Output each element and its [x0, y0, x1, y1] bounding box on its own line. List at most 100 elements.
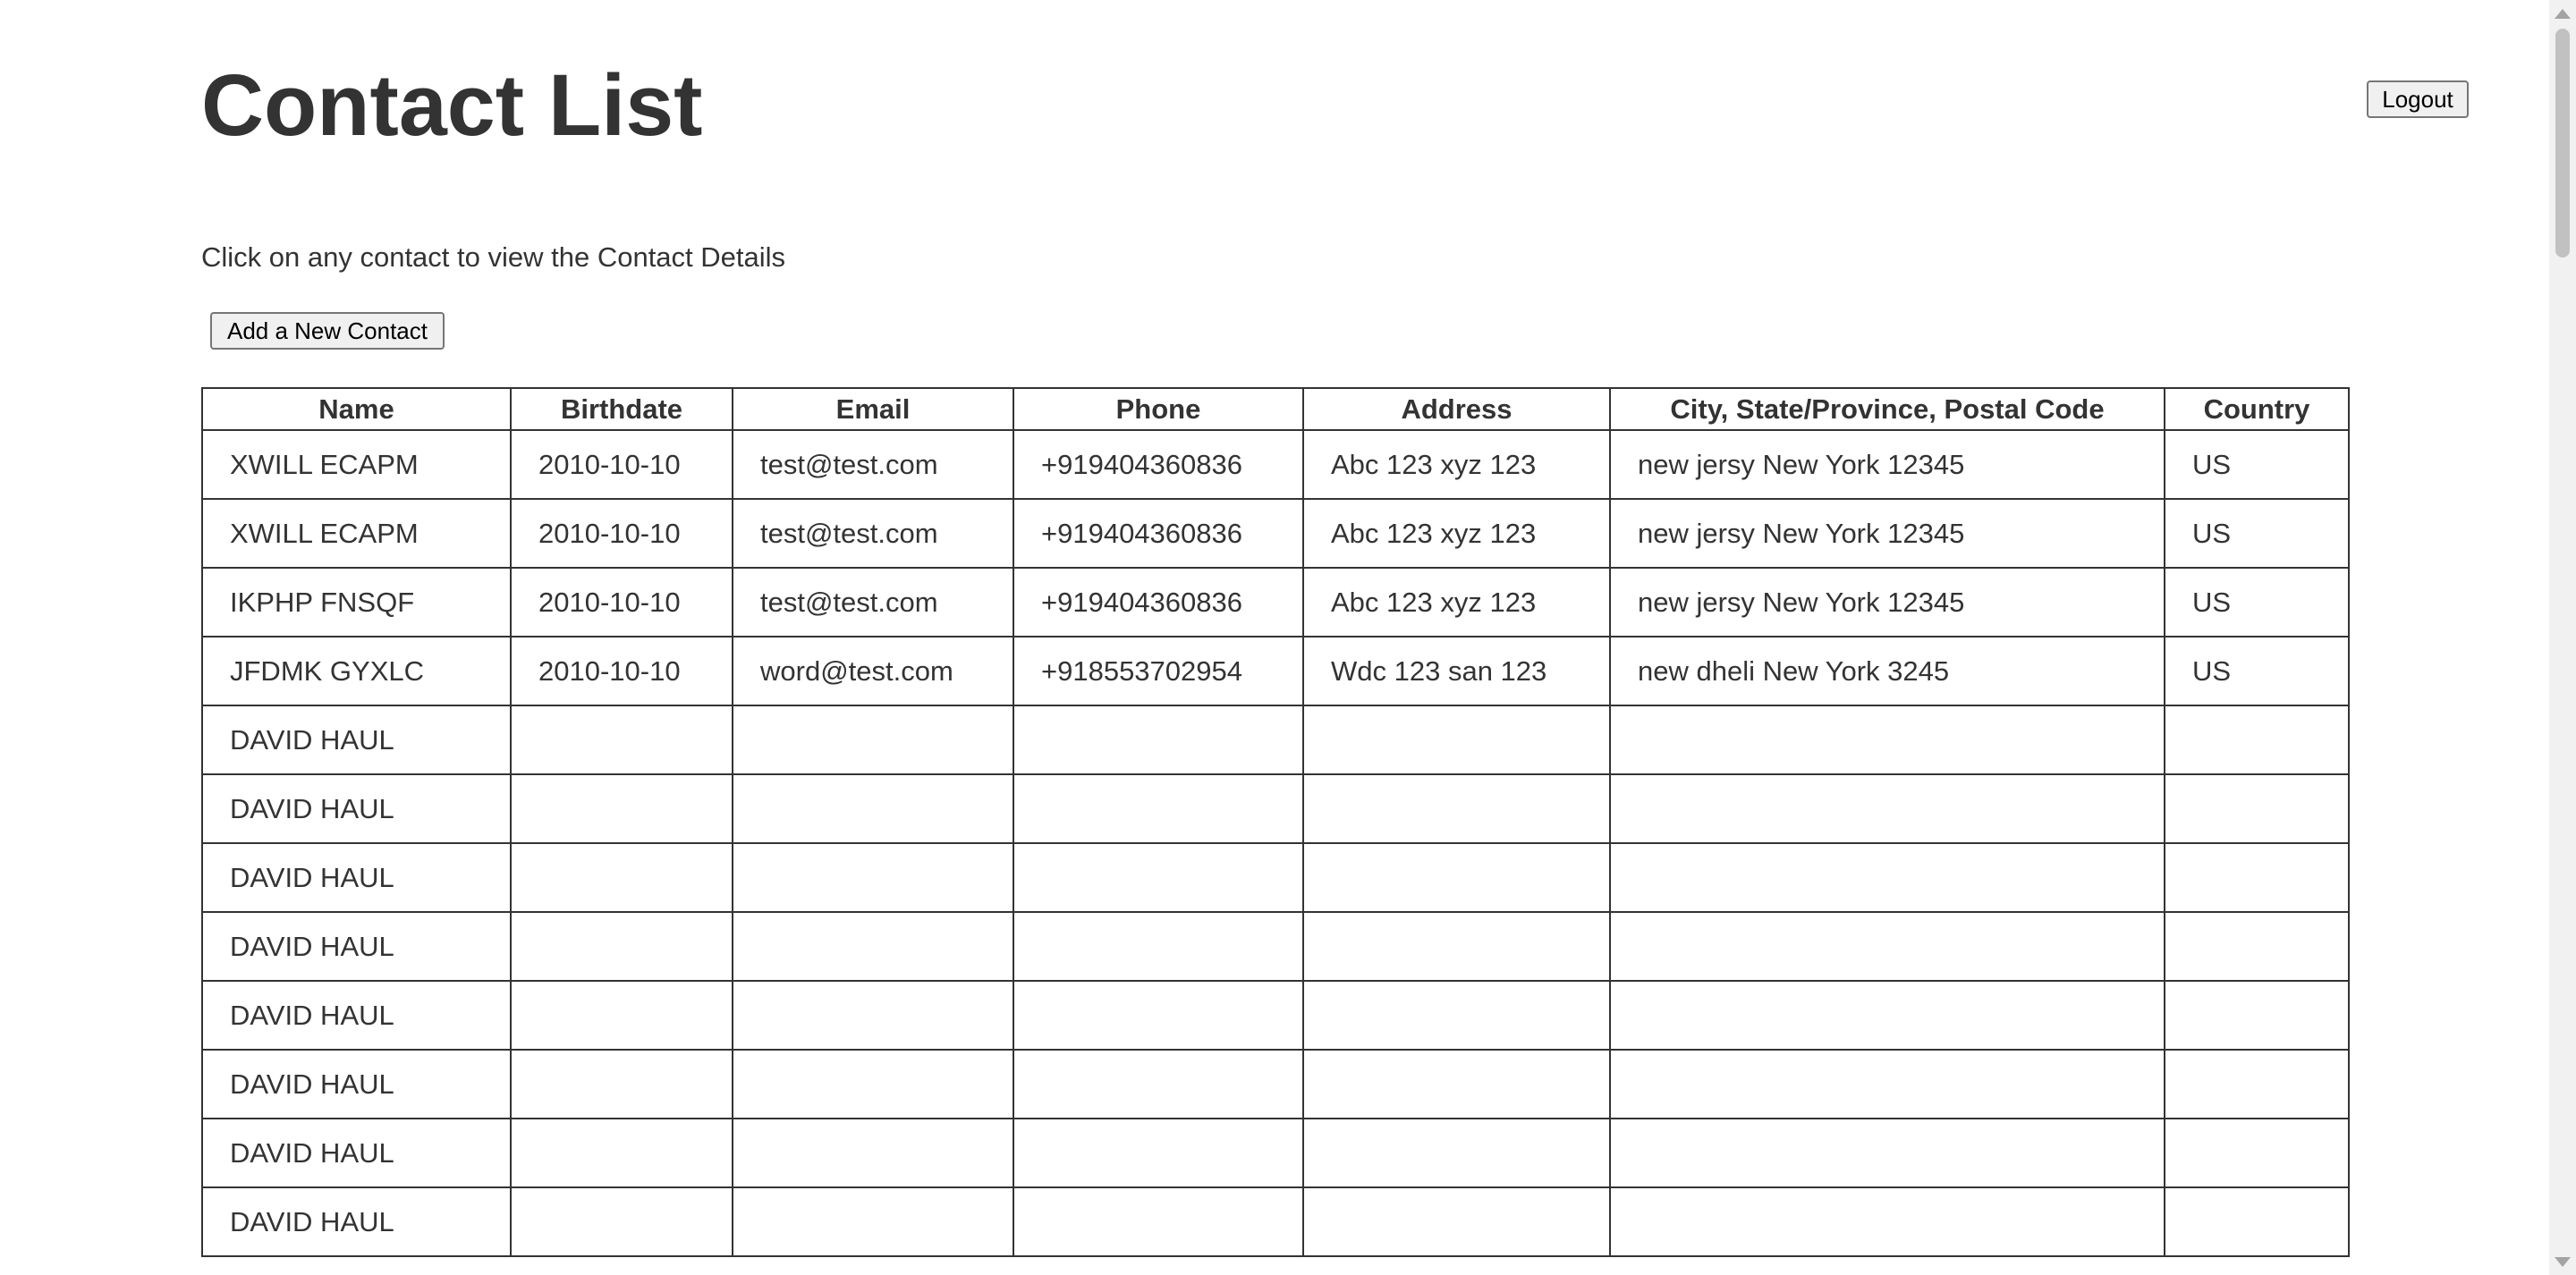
cell-birthdate: [510, 1186, 733, 1257]
table-row[interactable]: DAVID HAUL: [201, 1049, 2350, 1119]
cell-city-state-postal: [1609, 980, 2165, 1051]
cell-address: Abc 123 xyz 123: [1302, 429, 1611, 500]
cell-city-state-postal: [1609, 1186, 2165, 1257]
cell-birthdate: [510, 705, 733, 775]
scroll-down-arrow-icon[interactable]: [2549, 1248, 2576, 1275]
cell-address: [1302, 773, 1611, 844]
column-header-address: Address: [1302, 387, 1611, 431]
table-row[interactable]: DAVID HAUL: [201, 773, 2350, 844]
cell-email: [732, 705, 1014, 775]
cell-city-state-postal: [1609, 842, 2165, 913]
cell-name: DAVID HAUL: [201, 705, 512, 775]
cell-address: Abc 123 xyz 123: [1302, 498, 1611, 569]
page-title: Contact List: [201, 56, 703, 154]
table-row[interactable]: IKPHP FNSQF 2010-10-10 test@test.com +91940…: [201, 567, 2350, 638]
cell-email: [732, 1049, 1014, 1119]
cell-country: [2164, 1049, 2350, 1119]
cell-phone: [1013, 1118, 1304, 1188]
column-header-email: Email: [732, 387, 1014, 431]
table-row[interactable]: DAVID HAUL: [201, 842, 2350, 913]
scroll-up-arrow-icon[interactable]: [2549, 0, 2576, 27]
vertical-scrollbar[interactable]: [2549, 0, 2576, 1275]
table-row[interactable]: XWILL ECAPM 2010-10-10 test@test.com +91940…: [201, 429, 2350, 500]
cell-city-state-postal: new jersy New York 12345: [1609, 498, 2165, 569]
cell-name: DAVID HAUL: [201, 1186, 512, 1257]
cell-address: [1302, 842, 1611, 913]
cell-email: [732, 773, 1014, 844]
cell-phone: [1013, 705, 1304, 775]
cell-name: DAVID HAUL: [201, 1118, 512, 1188]
cell-name: DAVID HAUL: [201, 1049, 512, 1119]
cell-email: [732, 911, 1014, 982]
cell-country: [2164, 911, 2350, 982]
cell-country: [2164, 773, 2350, 844]
table-header-row: Name Birthdate Email Phone Address City, Stat…: [201, 387, 2350, 431]
table-row[interactable]: DAVID HAUL: [201, 705, 2350, 775]
cell-city-state-postal: [1609, 773, 2165, 844]
cell-address: [1302, 705, 1611, 775]
cell-birthdate: 2010-10-10: [510, 429, 733, 500]
cell-city-state-postal: [1609, 1049, 2165, 1119]
column-header-country: Country: [2164, 387, 2350, 431]
cell-country: [2164, 980, 2350, 1051]
cell-phone: [1013, 911, 1304, 982]
add-contact-button[interactable]: Add a New Contact: [210, 312, 445, 350]
cell-phone: [1013, 980, 1304, 1051]
table-row[interactable]: DAVID HAUL: [201, 980, 2350, 1051]
cell-name: DAVID HAUL: [201, 980, 512, 1051]
cell-email: [732, 842, 1014, 913]
cell-phone: [1013, 842, 1304, 913]
cell-email: test@test.com: [732, 498, 1014, 569]
cell-city-state-postal: [1609, 705, 2165, 775]
contact-list-page: Contact List Logout Click on any contact…: [0, 0, 2576, 1275]
cell-phone: [1013, 1049, 1304, 1119]
cell-email: test@test.com: [732, 429, 1014, 500]
cell-country: [2164, 705, 2350, 775]
cell-birthdate: 2010-10-10: [510, 498, 733, 569]
cell-email: word@test.com: [732, 636, 1014, 706]
table-row[interactable]: XWILL ECAPM 2010-10-10 test@test.com +91940…: [201, 498, 2350, 569]
table-row[interactable]: JFDMK GYXLC 2010-10-10 word@test.com +91855…: [201, 636, 2350, 706]
cell-name: IKPHP FNSQF: [201, 567, 512, 638]
cell-name: DAVID HAUL: [201, 911, 512, 982]
cell-address: [1302, 911, 1611, 982]
cell-country: [2164, 1118, 2350, 1188]
cell-phone: +919404360836: [1013, 498, 1304, 569]
table-row[interactable]: DAVID HAUL: [201, 1118, 2350, 1188]
cell-country: US: [2164, 429, 2350, 500]
cell-email: test@test.com: [732, 567, 1014, 638]
cell-address: Wdc 123 san 123: [1302, 636, 1611, 706]
cell-country: US: [2164, 567, 2350, 638]
instructions-text: Click on any contact to view the Contact…: [201, 241, 786, 273]
cell-birthdate: 2010-10-10: [510, 567, 733, 638]
cell-city-state-postal: [1609, 911, 2165, 982]
cell-country: [2164, 1186, 2350, 1257]
contacts-table: Name Birthdate Email Phone Address City, Stat…: [201, 387, 2350, 1257]
table-body: XWILL ECAPM 2010-10-10 test@test.com +91940…: [201, 429, 2350, 1257]
table-row[interactable]: DAVID HAUL: [201, 1186, 2350, 1257]
cell-email: [732, 1186, 1014, 1257]
cell-address: [1302, 1186, 1611, 1257]
cell-city-state-postal: [1609, 1118, 2165, 1188]
table-row[interactable]: DAVID HAUL: [201, 911, 2350, 982]
table-header: Name Birthdate Email Phone Address City, Stat…: [201, 387, 2350, 431]
column-header-birthdate: Birthdate: [510, 387, 733, 431]
cell-birthdate: [510, 911, 733, 982]
cell-phone: +918553702954: [1013, 636, 1304, 706]
cell-name: DAVID HAUL: [201, 842, 512, 913]
cell-phone: +919404360836: [1013, 429, 1304, 500]
logout-button[interactable]: Logout: [2367, 80, 2469, 118]
cell-email: [732, 1118, 1014, 1188]
cell-phone: [1013, 773, 1304, 844]
cell-birthdate: [510, 1049, 733, 1119]
cell-address: Abc 123 xyz 123: [1302, 567, 1611, 638]
cell-birthdate: 2010-10-10: [510, 636, 733, 706]
cell-address: [1302, 1049, 1611, 1119]
cell-address: [1302, 980, 1611, 1051]
cell-name: DAVID HAUL: [201, 773, 512, 844]
scrollbar-thumb[interactable]: [2555, 29, 2570, 258]
cell-name: JFDMK GYXLC: [201, 636, 512, 706]
cell-phone: +919404360836: [1013, 567, 1304, 638]
cell-birthdate: [510, 842, 733, 913]
cell-name: XWILL ECAPM: [201, 429, 512, 500]
